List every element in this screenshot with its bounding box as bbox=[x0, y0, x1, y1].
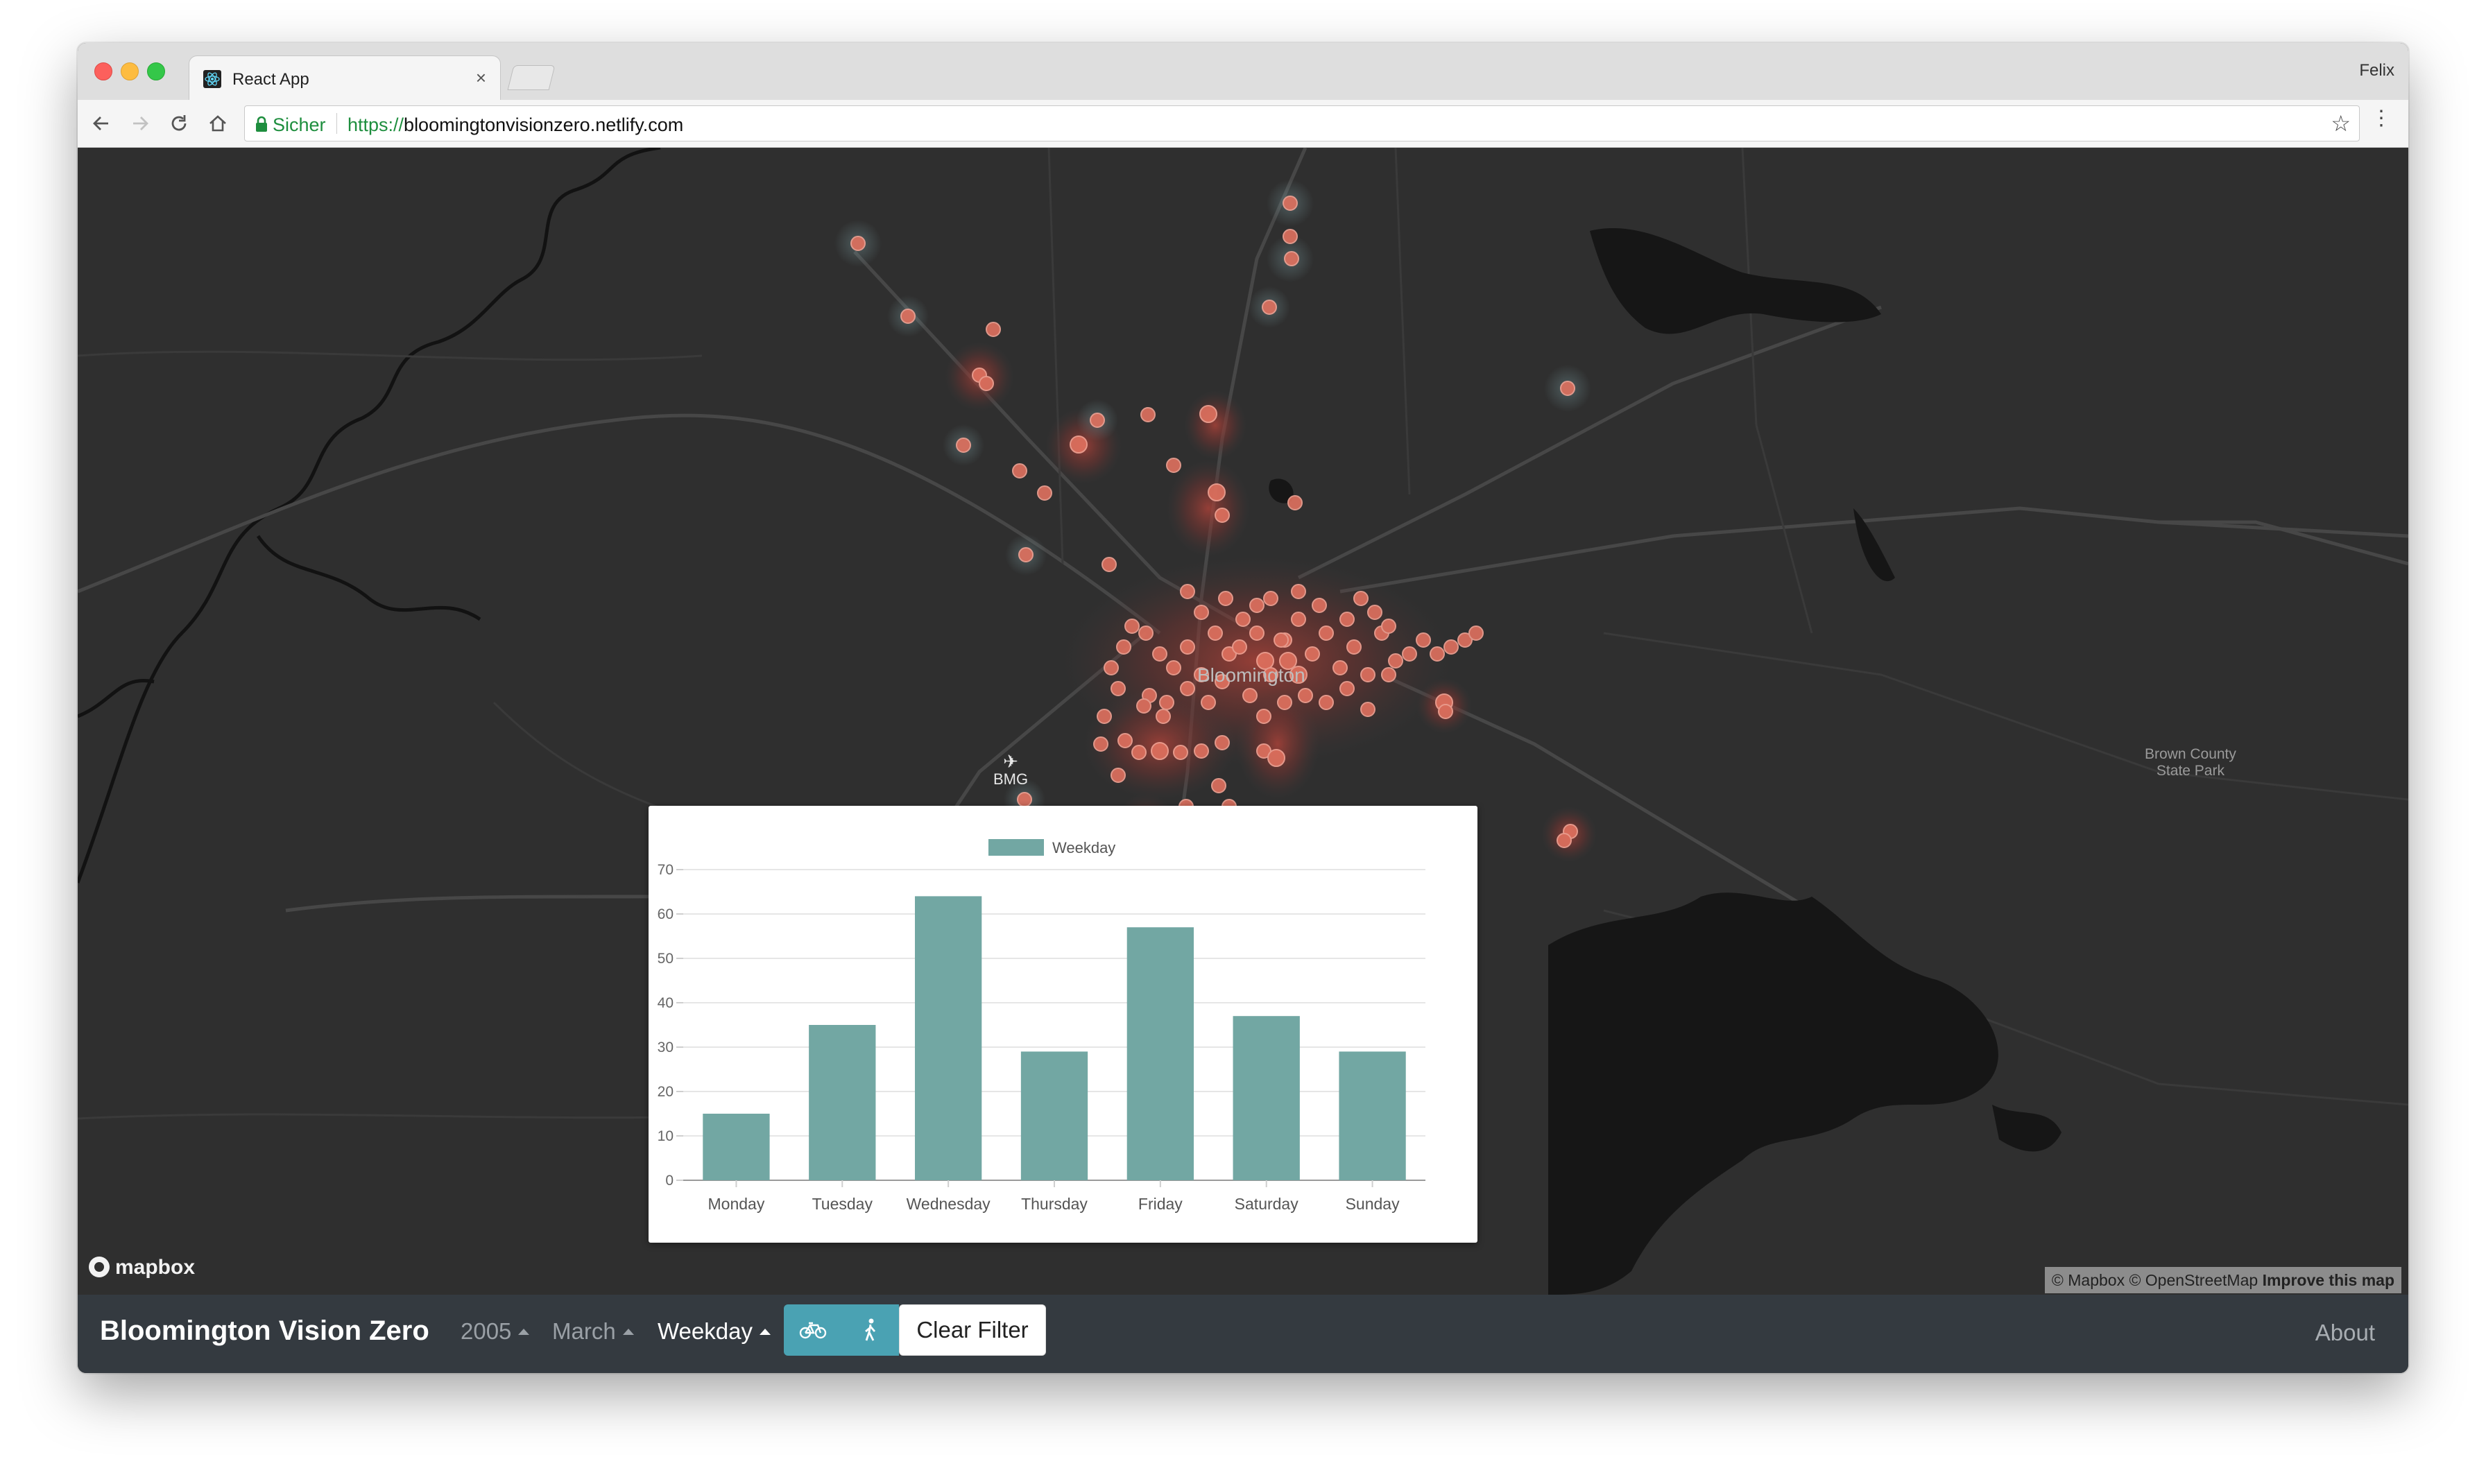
bike-filter-button[interactable] bbox=[784, 1304, 841, 1356]
forward-icon[interactable] bbox=[129, 112, 151, 135]
x-tick-label: Friday bbox=[1138, 1195, 1183, 1213]
y-tick-label: 50 bbox=[658, 951, 674, 967]
city-label: Bloomington bbox=[1197, 664, 1305, 686]
y-tick-label: 0 bbox=[665, 1173, 674, 1189]
park-label: Brown County State Park bbox=[2145, 746, 2236, 779]
url-scheme: https:// bbox=[348, 114, 404, 135]
react-icon bbox=[203, 70, 221, 88]
x-tick-label: Thursday bbox=[1021, 1195, 1088, 1213]
day-dropdown-label: Weekday bbox=[658, 1318, 753, 1344]
park-label-line2: State Park bbox=[2156, 763, 2224, 779]
y-tick-label: 70 bbox=[658, 862, 674, 878]
secure-label: Sicher bbox=[273, 114, 326, 135]
x-tick-label: Saturday bbox=[1235, 1195, 1299, 1213]
airplane-icon: ✈ bbox=[1003, 751, 1018, 772]
y-tick-label: 30 bbox=[658, 1039, 674, 1055]
park-label-line1: Brown County bbox=[2145, 746, 2236, 762]
bottom-navbar: Bloomington Vision Zero 2005 March Weekd… bbox=[78, 1295, 2408, 1373]
url-text[interactable]: https://bloomingtonvisionzero.netlify.co… bbox=[348, 114, 683, 136]
improve-map-link[interactable]: Improve this map bbox=[2263, 1271, 2394, 1289]
profile-name[interactable]: Felix bbox=[2359, 61, 2394, 80]
mapbox-logo[interactable]: mapbox bbox=[89, 1256, 195, 1279]
airport-label: BMG bbox=[993, 770, 1029, 788]
legend-label: Weekday bbox=[1052, 839, 1115, 856]
bicycle-icon bbox=[799, 1322, 826, 1339]
home-icon[interactable] bbox=[207, 112, 229, 135]
back-icon[interactable] bbox=[90, 112, 112, 135]
mapbox-icon bbox=[89, 1257, 110, 1277]
caret-up-icon bbox=[759, 1329, 771, 1335]
browser-toolbar: Sicher https://bloomingtonvisionzero.net… bbox=[78, 100, 2408, 148]
weekday-bar-chart: Weekday 0 10 20 30 40 50 60 70 Monday Tuesday Wedne… bbox=[658, 839, 1425, 1213]
bar-tuesday bbox=[809, 1025, 876, 1180]
lock-icon bbox=[256, 116, 267, 132]
brand-title[interactable]: Bloomington Vision Zero bbox=[100, 1315, 429, 1347]
browser-tab[interactable]: React App × bbox=[189, 55, 501, 101]
about-link[interactable]: About bbox=[2315, 1320, 2375, 1346]
reload-icon[interactable] bbox=[168, 112, 190, 135]
tab-strip: React App × Felix bbox=[78, 43, 2408, 101]
clear-filter-button[interactable]: Clear Filter bbox=[899, 1304, 1046, 1356]
mapbox-logo-text: mapbox bbox=[115, 1256, 196, 1279]
address-separator bbox=[336, 113, 337, 134]
y-tick-label: 10 bbox=[658, 1128, 674, 1144]
legend-swatch bbox=[988, 839, 1044, 856]
x-tick-label: Tuesday bbox=[812, 1195, 873, 1213]
map-attribution: © Mapbox © OpenStreetMap Improve this ma… bbox=[2044, 1267, 2401, 1293]
pedestrian-filter-button[interactable] bbox=[841, 1304, 899, 1356]
new-tab-button[interactable] bbox=[507, 65, 556, 90]
bar-friday bbox=[1126, 927, 1194, 1180]
day-dropdown[interactable]: Weekday bbox=[658, 1318, 771, 1345]
caret-up-icon bbox=[518, 1329, 530, 1335]
url-host: bloomingtonvisionzero.netlify.com bbox=[404, 114, 684, 135]
bar-thursday bbox=[1020, 1051, 1088, 1180]
y-tick-label: 40 bbox=[658, 995, 674, 1011]
month-dropdown-label: March bbox=[552, 1318, 616, 1344]
pedestrian-icon bbox=[864, 1318, 875, 1341]
maximize-window-button[interactable] bbox=[147, 62, 165, 80]
y-tick-label: 20 bbox=[658, 1084, 674, 1100]
attribution-text[interactable]: © Mapbox © OpenStreetMap bbox=[2052, 1271, 2258, 1289]
minimize-window-button[interactable] bbox=[121, 62, 139, 80]
tab-close-button[interactable]: × bbox=[476, 67, 486, 89]
y-tick-label: 60 bbox=[658, 906, 674, 922]
bar-saturday bbox=[1233, 1016, 1300, 1180]
airport-marker: ✈ BMG bbox=[993, 752, 1028, 788]
browser-window: React App × Felix Sicher https://bloomin… bbox=[78, 43, 2408, 1373]
bar-monday bbox=[703, 1114, 770, 1180]
month-dropdown[interactable]: March bbox=[552, 1318, 634, 1345]
x-tick-label: Sunday bbox=[1346, 1195, 1400, 1213]
bar-sunday bbox=[1339, 1051, 1406, 1180]
weekday-chart-panel: Weekday 0 10 20 30 40 50 60 70 Monday Tuesday Wedne… bbox=[649, 806, 1477, 1243]
bar-wednesday bbox=[914, 896, 982, 1180]
tab-title: React App bbox=[232, 70, 309, 89]
caret-up-icon bbox=[622, 1329, 634, 1335]
x-tick-label: Monday bbox=[708, 1195, 765, 1213]
x-tick-label: Wednesday bbox=[907, 1195, 991, 1213]
close-window-button[interactable] bbox=[94, 62, 112, 80]
browser-menu-icon[interactable]: ⋮ bbox=[2371, 108, 2392, 129]
bookmark-star-icon[interactable]: ☆ bbox=[2331, 110, 2351, 137]
year-dropdown[interactable]: 2005 bbox=[461, 1318, 530, 1345]
address-bar[interactable]: Sicher https://bloomingtonvisionzero.net… bbox=[244, 105, 2360, 141]
year-dropdown-label: 2005 bbox=[461, 1318, 512, 1344]
